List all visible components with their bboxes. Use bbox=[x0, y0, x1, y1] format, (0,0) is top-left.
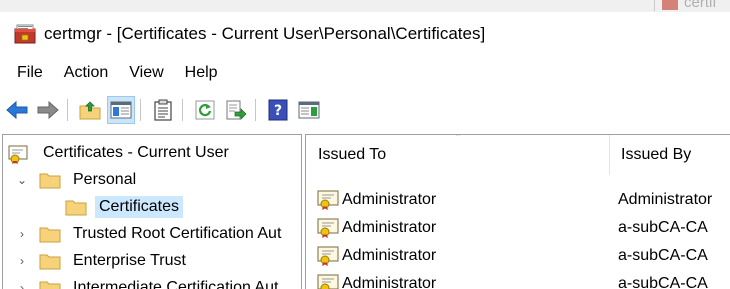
up-folder-icon bbox=[79, 101, 101, 120]
tree-item-trusted-root[interactable]: › Trusted Root Certification Aut bbox=[13, 220, 285, 247]
tree-item-label: Certificates bbox=[95, 195, 184, 218]
svg-text:?: ? bbox=[274, 103, 282, 119]
toolbar-separator bbox=[67, 99, 68, 121]
forward-button[interactable] bbox=[34, 96, 62, 124]
window-title: certmgr - [Certificates - Current User\P… bbox=[44, 24, 486, 43]
chevron-right-icon[interactable]: › bbox=[13, 252, 31, 270]
refresh-icon bbox=[195, 100, 215, 120]
properties-button[interactable] bbox=[149, 96, 177, 124]
tree-item-personal[interactable]: ⌄ Personal bbox=[13, 166, 140, 193]
table-row[interactable]: Administrator a-subCA-CA bbox=[306, 270, 730, 289]
help-button[interactable]: ? bbox=[264, 96, 292, 124]
show-action-pane-icon bbox=[298, 101, 320, 119]
table-row[interactable]: Administrator a-subCA-CA bbox=[306, 242, 730, 270]
tree-item-enterprise-trust[interactable]: › Enterprise Trust bbox=[13, 247, 190, 274]
menu-bar: File Action View Help bbox=[0, 60, 226, 86]
issued-to-text: Administrator bbox=[342, 247, 437, 264]
menu-file[interactable]: File bbox=[9, 64, 51, 82]
menu-help[interactable]: Help bbox=[177, 64, 226, 82]
cell-issued-by: a-subCA-CA bbox=[618, 275, 708, 289]
certificate-icon bbox=[316, 245, 340, 267]
tree-item-intermediate[interactable]: › Intermediate Certification Aut bbox=[13, 274, 282, 289]
certmgr-app-icon bbox=[14, 23, 36, 45]
toolbar: ? bbox=[0, 92, 730, 128]
folder-icon bbox=[39, 171, 61, 189]
tree-item-label: Trusted Root Certification Aut bbox=[73, 224, 282, 242]
cell-issued-by: Administrator bbox=[618, 191, 713, 208]
certificate-icon bbox=[316, 189, 340, 211]
certificate-icon bbox=[316, 273, 340, 289]
tree-item-label: Personal bbox=[73, 170, 137, 188]
certificate-icon bbox=[316, 217, 340, 239]
show-hide-console-tree-icon bbox=[110, 101, 132, 119]
up-one-level-button[interactable] bbox=[76, 96, 104, 124]
cell-issued-to: Administrator bbox=[316, 189, 436, 211]
column-header-issued-to[interactable]: Issued To bbox=[306, 135, 609, 175]
chevron-right-icon[interactable]: › bbox=[13, 225, 31, 243]
export-list-button[interactable] bbox=[222, 96, 250, 124]
background-window-edge bbox=[654, 0, 655, 11]
background-window-title: certif bbox=[662, 0, 717, 11]
properties-icon bbox=[154, 99, 172, 121]
export-list-icon bbox=[226, 100, 247, 120]
cell-issued-to: Administrator bbox=[316, 273, 436, 289]
issued-to-text: Administrator bbox=[342, 219, 437, 236]
cell-issued-by: a-subCA-CA bbox=[618, 247, 708, 264]
forward-arrow-icon bbox=[37, 100, 59, 120]
folder-icon bbox=[39, 279, 61, 289]
toolbar-separator bbox=[182, 99, 183, 121]
tree-root-label: Certificates - Current User bbox=[43, 143, 229, 161]
chevron-right-icon[interactable]: › bbox=[13, 279, 31, 289]
show-action-pane-button[interactable] bbox=[295, 96, 323, 124]
certmgr-app-icon bbox=[662, 0, 678, 10]
console-tree-pane: Certificates - Current User ⌄ Personal C… bbox=[2, 134, 302, 289]
folder-icon bbox=[65, 198, 87, 216]
folder-icon bbox=[39, 252, 61, 270]
certificate-store-icon bbox=[7, 144, 31, 164]
back-arrow-icon bbox=[6, 100, 28, 120]
background-window-title-text: certif bbox=[684, 0, 717, 11]
refresh-button[interactable] bbox=[191, 96, 219, 124]
cell-issued-to: Administrator bbox=[316, 217, 436, 239]
title-bar: certmgr - [Certificates - Current User\P… bbox=[0, 12, 730, 56]
folder-icon bbox=[39, 225, 61, 243]
table-row[interactable]: Administrator Administrator bbox=[306, 186, 730, 214]
show-hide-console-tree-button[interactable] bbox=[107, 96, 135, 124]
help-icon: ? bbox=[268, 99, 288, 121]
back-button[interactable] bbox=[3, 96, 31, 124]
tree-item-label: Enterprise Trust bbox=[73, 251, 186, 269]
cell-issued-to: Administrator bbox=[316, 245, 436, 267]
table-row[interactable]: Administrator a-subCA-CA bbox=[306, 214, 730, 242]
tree-item-label: Intermediate Certification Aut bbox=[73, 278, 279, 289]
issued-to-text: Administrator bbox=[342, 191, 437, 208]
certmgr-window: certmgr - [Certificates - Current User\P… bbox=[0, 12, 730, 289]
issued-to-text: Administrator bbox=[342, 275, 437, 289]
tree-item-certificates[interactable]: Certificates bbox=[65, 193, 184, 220]
certificate-list-pane: ˆ Issued To Issued By Administrator Admi… bbox=[305, 134, 730, 289]
column-header-issued-by[interactable]: Issued By bbox=[609, 135, 730, 175]
tree-root[interactable]: Certificates - Current User bbox=[7, 139, 233, 166]
chevron-down-icon[interactable]: ⌄ bbox=[13, 171, 31, 189]
toolbar-separator bbox=[140, 99, 141, 121]
menu-action[interactable]: Action bbox=[56, 64, 116, 82]
toolbar-separator bbox=[255, 99, 256, 121]
menu-view[interactable]: View bbox=[121, 64, 171, 82]
cell-issued-by: a-subCA-CA bbox=[618, 219, 708, 236]
